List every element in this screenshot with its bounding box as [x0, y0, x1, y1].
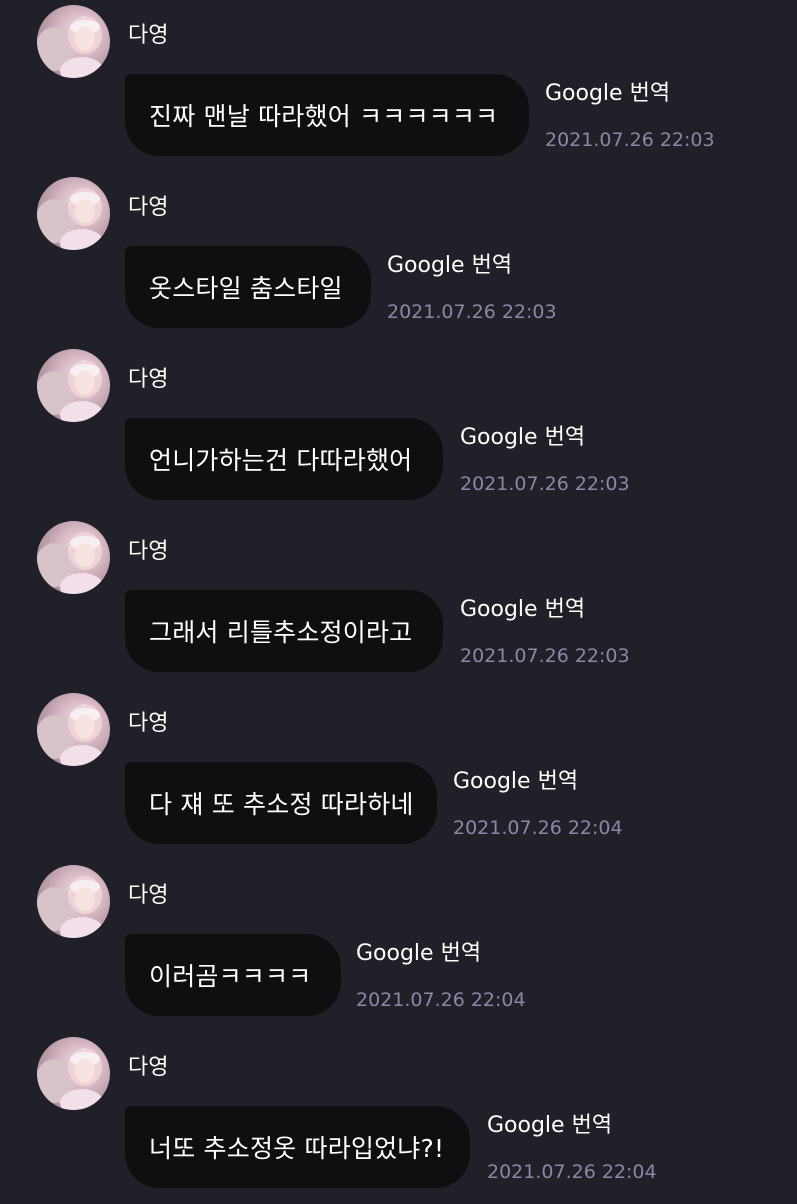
avatar-image — [37, 532, 104, 594]
message-meta: Google 번역 2021.07.26 22:04 — [453, 771, 623, 838]
message-bubble: 이러곰ㅋㅋㅋㅋ — [125, 934, 341, 1016]
sender-name: 다영 — [128, 367, 169, 392]
avatar[interactable] — [37, 349, 110, 422]
avatar[interactable] — [37, 177, 110, 250]
sender-name: 다영 — [128, 711, 169, 736]
message-bubble: 진짜 맨날 따라했어 ㅋㅋㅋㅋㅋㅋ — [125, 74, 529, 156]
chat-message: 다영 옷스타일 춤스타일 Google 번역 2021.07.26 22:03 — [0, 172, 797, 344]
message-timestamp: 2021.07.26 22:04 — [487, 1161, 657, 1183]
chat-message: 다영 언니가하는건 다따라했어 Google 번역 2021.07.26 22:… — [0, 344, 797, 516]
message-bubble: 언니가하는건 다따라했어 — [125, 418, 443, 500]
google-translate-link[interactable]: Google 번역 — [387, 255, 557, 277]
google-translate-link[interactable]: Google 번역 — [356, 943, 526, 965]
avatar[interactable] — [37, 865, 110, 938]
google-translate-link[interactable]: Google 번역 — [460, 427, 630, 449]
google-translate-link[interactable]: Google 번역 — [460, 599, 630, 621]
message-meta: Google 번역 2021.07.26 22:03 — [460, 427, 630, 494]
avatar[interactable] — [37, 1037, 110, 1110]
avatar[interactable] — [37, 5, 110, 78]
message-meta: Google 번역 2021.07.26 22:04 — [487, 1115, 657, 1182]
message-meta: Google 번역 2021.07.26 22:03 — [387, 255, 557, 322]
avatar[interactable] — [37, 693, 110, 766]
sender-name: 다영 — [128, 195, 169, 220]
avatar-image — [37, 1048, 104, 1110]
sender-name: 다영 — [128, 883, 169, 908]
avatar-image — [37, 360, 104, 422]
chat-message: 다영 이러곰ㅋㅋㅋㅋ Google 번역 2021.07.26 22:04 — [0, 860, 797, 1032]
sender-name: 다영 — [128, 23, 169, 48]
chat-message: 다영 너또 추소정옷 따라입었냐?! Google 번역 2021.07.26 … — [0, 1032, 797, 1204]
message-timestamp: 2021.07.26 22:03 — [460, 645, 630, 667]
sender-name: 다영 — [128, 1055, 169, 1080]
avatar[interactable] — [37, 521, 110, 594]
message-timestamp: 2021.07.26 22:04 — [356, 989, 526, 1011]
sender-name: 다영 — [128, 539, 169, 564]
avatar-image — [37, 704, 104, 766]
avatar-image — [37, 876, 104, 938]
google-translate-link[interactable]: Google 번역 — [487, 1115, 657, 1137]
google-translate-link[interactable]: Google 번역 — [545, 83, 715, 105]
message-bubble: 너또 추소정옷 따라입었냐?! — [125, 1106, 470, 1188]
message-timestamp: 2021.07.26 22:03 — [387, 301, 557, 323]
google-translate-link[interactable]: Google 번역 — [453, 771, 623, 793]
message-meta: Google 번역 2021.07.26 22:03 — [545, 83, 715, 150]
chat-message: 다영 그래서 리틀추소정이라고 Google 번역 2021.07.26 22:… — [0, 516, 797, 688]
message-timestamp: 2021.07.26 22:03 — [460, 473, 630, 495]
message-bubble: 그래서 리틀추소정이라고 — [125, 590, 443, 672]
message-timestamp: 2021.07.26 22:04 — [453, 817, 623, 839]
avatar-image — [37, 16, 104, 78]
message-timestamp: 2021.07.26 22:03 — [545, 129, 715, 151]
message-meta: Google 번역 2021.07.26 22:04 — [356, 943, 526, 1010]
message-bubble: 다 쟤 또 추소정 따라하네 — [125, 762, 437, 844]
chat-message: 다영 다 쟤 또 추소정 따라하네 Google 번역 2021.07.26 2… — [0, 688, 797, 860]
message-bubble: 옷스타일 춤스타일 — [125, 246, 371, 328]
chat-message: 다영 진짜 맨날 따라했어 ㅋㅋㅋㅋㅋㅋ Google 번역 2021.07.2… — [0, 0, 797, 172]
avatar-image — [37, 188, 104, 250]
message-meta: Google 번역 2021.07.26 22:03 — [460, 599, 630, 666]
